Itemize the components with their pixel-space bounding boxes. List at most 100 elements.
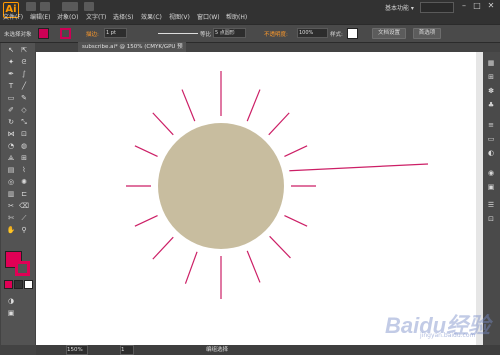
sun-ray-long[interactable] (289, 163, 429, 172)
search-input[interactable] (420, 2, 454, 13)
sun-ray[interactable] (152, 236, 174, 260)
document-setup-button[interactable]: 文档设置 (372, 28, 406, 39)
sun-ray[interactable] (284, 145, 308, 157)
magic-wand-tool-icon[interactable]: ✦ (6, 57, 16, 67)
preferences-button[interactable]: 首选项 (413, 28, 441, 39)
color-panel-icon[interactable]: ▦ (486, 58, 496, 68)
bridge-icon[interactable] (26, 2, 36, 11)
none-mode-button[interactable] (24, 280, 33, 289)
sun-ray[interactable] (184, 251, 198, 284)
rectangle-tool-icon[interactable]: ▭ (6, 93, 16, 103)
swatches-panel-icon[interactable]: ⊞ (486, 72, 496, 82)
document-tab[interactable]: subscribe.ai* @ 150% (CMYK/GPU 预览) (78, 42, 186, 60)
brush-definition[interactable]: 5 点圆形 (213, 28, 246, 38)
sun-ray[interactable] (246, 250, 261, 283)
direct-selection-tool-icon[interactable]: ⇱ (19, 45, 29, 55)
sun-circle[interactable] (158, 123, 284, 249)
symbols-panel-icon[interactable]: ♣ (486, 100, 496, 110)
perspective-grid-tool-icon[interactable]: ⟁ (6, 153, 16, 163)
sun-ray[interactable] (246, 89, 261, 122)
stroke-swatch[interactable] (60, 28, 71, 39)
type-tool-icon[interactable]: T (6, 81, 16, 91)
layers-panel-icon[interactable]: ☰ (486, 200, 496, 210)
sun-ray[interactable] (134, 215, 158, 227)
width-tool-icon[interactable]: ⋈ (6, 129, 16, 139)
minimize-button[interactable]: – (458, 1, 470, 10)
screen-mode-icon[interactable]: ▣ (6, 308, 16, 318)
gradient-tool-icon[interactable]: ▤ (6, 165, 16, 175)
eraser-alt-tool-icon[interactable]: ⌫ (19, 201, 29, 211)
sun-ray[interactable] (268, 112, 290, 136)
stroke-weight-field[interactable]: 1 pt (104, 28, 127, 38)
zoom-field[interactable]: 150% (66, 345, 88, 355)
menu-effect[interactable]: 效果(C) (141, 12, 162, 21)
paintbrush-tool-icon[interactable]: ✎ (19, 93, 29, 103)
artboard-canvas[interactable] (36, 52, 483, 345)
arrange-documents-icon[interactable] (62, 2, 78, 11)
curvature-tool-icon[interactable]: ∫ (19, 69, 29, 79)
transparency-panel-icon[interactable]: ◐ (486, 148, 496, 158)
maximize-button[interactable]: □ (471, 1, 483, 10)
brushes-panel-icon[interactable]: ✽ (486, 86, 496, 96)
sun-ray[interactable] (152, 112, 174, 136)
knife-tool-icon[interactable]: ⟋ (19, 213, 29, 223)
appearance-panel-icon[interactable]: ◉ (486, 168, 496, 178)
close-button[interactable]: ✕ (485, 1, 497, 10)
selection-status: 未选择对象 (4, 32, 32, 38)
sun-ray[interactable] (269, 235, 291, 259)
symbol-sprayer-tool-icon[interactable]: ✺ (19, 177, 29, 187)
menu-file[interactable]: 文件(F) (3, 12, 23, 21)
opacity-field[interactable]: 100% (297, 28, 328, 38)
blend-tool-icon[interactable]: ◎ (6, 177, 16, 187)
send-icon[interactable] (84, 2, 94, 11)
lasso-tool-icon[interactable]: ᘓ (19, 57, 29, 67)
scale-tool-icon[interactable]: ⤡ (19, 117, 29, 127)
gradient-mode-button[interactable] (14, 280, 23, 289)
gradient-panel-icon[interactable]: ▭ (486, 134, 496, 144)
stroke-color-box[interactable] (15, 261, 30, 276)
drawing-mode-icon[interactable]: ◑ (6, 296, 16, 306)
style-swatch[interactable] (347, 28, 358, 39)
artboard-tool-icon[interactable]: ⊏ (19, 189, 29, 199)
stroke-profile[interactable]: 等比 (200, 30, 211, 38)
menu-select[interactable]: 选择(S) (113, 12, 134, 21)
zoom-tool-icon[interactable]: ⚲ (19, 225, 29, 235)
color-mode-button[interactable] (4, 280, 13, 289)
shaper-tool-icon[interactable]: ✐ (6, 105, 16, 115)
status-bar: 150% 1 编组选择 (36, 345, 500, 355)
eyedropper-tool-icon[interactable]: ⌇ (19, 165, 29, 175)
rotate-tool-icon[interactable]: ↻ (6, 117, 16, 127)
slice-tool-icon[interactable]: ✂ (6, 201, 16, 211)
live-paint-tool-icon[interactable]: ◍ (19, 141, 29, 151)
line-tool-icon[interactable]: ╱ (19, 81, 29, 91)
selection-tool-icon[interactable]: ↖ (6, 45, 16, 55)
opacity-label[interactable]: 不透明度: (264, 30, 288, 38)
free-transform-tool-icon[interactable]: ⊡ (19, 129, 29, 139)
shape-builder-tool-icon[interactable]: ◔ (6, 141, 16, 151)
workspace-switcher[interactable]: 基本功能 ▾ (385, 3, 414, 12)
menu-object[interactable]: 对象(O) (57, 12, 78, 21)
stock-icon[interactable] (40, 2, 50, 11)
artboards-panel-icon[interactable]: ⊡ (486, 214, 496, 224)
sun-ray[interactable] (134, 145, 158, 157)
graphic-styles-panel-icon[interactable]: ▣ (486, 182, 496, 192)
menu-edit[interactable]: 编辑(E) (30, 12, 50, 21)
stroke-panel-icon[interactable]: ≡ (486, 120, 496, 130)
fill-swatch[interactable] (38, 28, 49, 39)
scissors-tool-icon[interactable]: ✄ (6, 213, 16, 223)
hand-tool-icon[interactable]: ✋ (6, 225, 16, 235)
eraser-tool-icon[interactable]: ◇ (19, 105, 29, 115)
pen-tool-icon[interactable]: ✒ (6, 69, 16, 79)
sun-ray[interactable] (181, 89, 196, 122)
column-graph-tool-icon[interactable]: ▥ (6, 189, 16, 199)
menu-help[interactable]: 帮助(H) (226, 12, 247, 21)
mesh-tool-icon[interactable]: ⊞ (19, 153, 29, 163)
vertical-scrollbar[interactable] (476, 52, 483, 345)
sun-ray[interactable] (284, 215, 308, 227)
menu-view[interactable]: 视图(V) (169, 12, 190, 21)
menu-window[interactable]: 窗口(W) (197, 12, 220, 21)
artboard-number-field[interactable]: 1 (120, 345, 134, 355)
stroke-label[interactable]: 描边: (86, 30, 99, 38)
style-label: 样式: (330, 32, 343, 38)
menu-type[interactable]: 文字(T) (86, 12, 106, 21)
